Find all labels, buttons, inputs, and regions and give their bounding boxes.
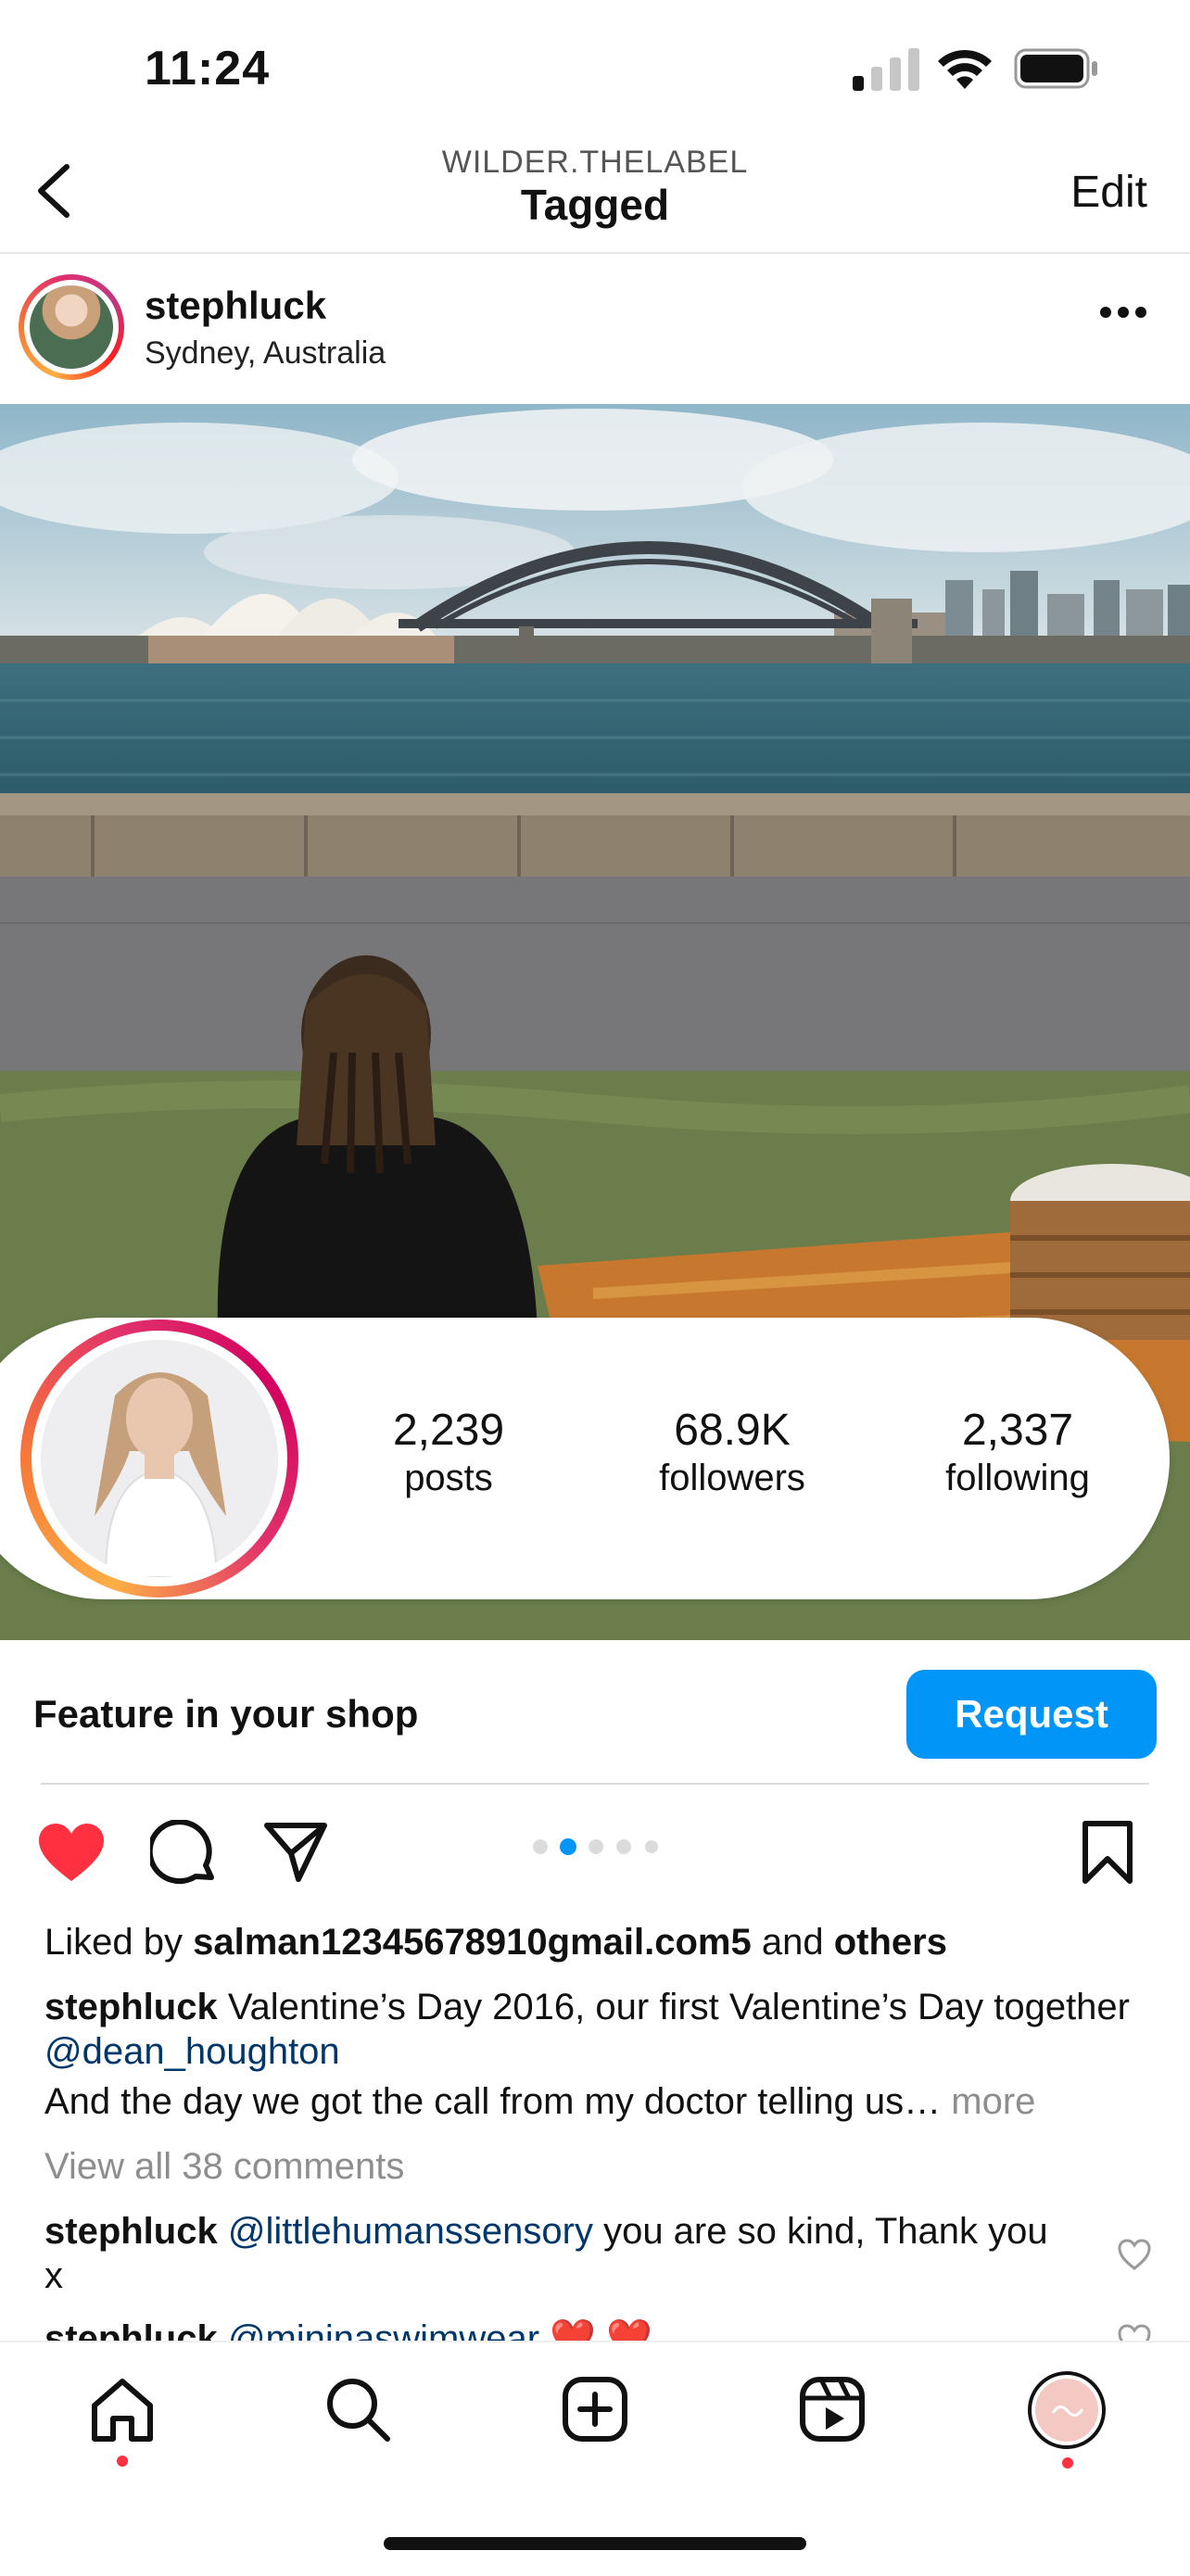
- status-time: 11:24: [145, 42, 271, 95]
- more-options-icon[interactable]: [1099, 306, 1147, 319]
- header-account-name: WILDER.THELABEL: [441, 145, 749, 180]
- wifi-icon: [938, 49, 992, 89]
- feature-divider: [41, 1783, 1149, 1785]
- comment-icon[interactable]: [150, 1820, 217, 1887]
- likes-user[interactable]: salman12345678910gmail.com5: [193, 1922, 752, 1963]
- battery-icon: [1014, 48, 1097, 89]
- share-send-icon[interactable]: [263, 1822, 328, 1883]
- stat-following-label: following: [945, 1458, 1090, 1498]
- cellular-signal-icon: [853, 48, 919, 91]
- profile-notification-dot: [1062, 2457, 1073, 2469]
- avatar[interactable]: [30, 285, 113, 369]
- new-post-icon[interactable]: [562, 2376, 628, 2443]
- header-divider: [0, 252, 1190, 254]
- likes-prefix: Liked by: [44, 1922, 194, 1963]
- home-notification-dot: [117, 2456, 128, 2467]
- stat-following[interactable]: 2,337 following: [879, 1405, 1157, 1499]
- stat-followers-label: followers: [659, 1458, 805, 1498]
- post-location[interactable]: Sydney, Australia: [145, 335, 386, 372]
- caption-more-link[interactable]: more: [941, 2081, 1035, 2122]
- comment-username[interactable]: stephluck: [44, 2211, 218, 2252]
- home-indicator: [384, 2537, 806, 2550]
- caption-line2: And the day we got the call from my doct…: [44, 2079, 1147, 2124]
- comment-item: stephluck @littlehumanssensory you are s…: [44, 2209, 1073, 2298]
- edit-button[interactable]: Edit: [1070, 167, 1147, 218]
- caption-username[interactable]: stephluck: [44, 1987, 218, 2027]
- search-icon[interactable]: [324, 2376, 391, 2443]
- request-button[interactable]: Request: [906, 1670, 1157, 1759]
- likes-middle: and: [751, 1922, 834, 1963]
- reels-icon[interactable]: [799, 2376, 866, 2443]
- carousel-indicator: [533, 1838, 658, 1855]
- caption: stephluck Valentine’s Day 2016, our firs…: [44, 1985, 1147, 2074]
- stat-followers-value: 68.9K: [674, 1406, 791, 1455]
- caption-line2-text: And the day we got the call from my doct…: [44, 2081, 942, 2122]
- stat-posts-value: 2,239: [392, 1406, 505, 1455]
- profile-avatar-icon[interactable]: [1027, 2370, 1107, 2450]
- bookmark-icon[interactable]: [1081, 1820, 1134, 1885]
- feature-shop-text: Feature in your shop: [33, 1692, 419, 1736]
- stat-posts-label: posts: [404, 1458, 493, 1498]
- profile-avatar[interactable]: [41, 1340, 278, 1577]
- post-username[interactable]: stephluck: [145, 284, 326, 328]
- stat-posts[interactable]: 2,239 posts: [310, 1405, 588, 1499]
- comment-like-heart-icon[interactable]: [1118, 2239, 1151, 2270]
- like-heart-icon[interactable]: [37, 1822, 106, 1883]
- home-icon[interactable]: [89, 2378, 156, 2443]
- likes-line[interactable]: Liked by salman12345678910gmail.com5 and…: [44, 1920, 1147, 1964]
- view-all-comments-link[interactable]: View all 38 comments: [44, 2144, 1147, 2189]
- likes-others[interactable]: others: [834, 1922, 947, 1963]
- comment-mention[interactable]: @littlehumanssensory: [228, 2211, 593, 2252]
- caption-mention[interactable]: @dean_houghton: [44, 2031, 340, 2072]
- stat-followers[interactable]: 68.9K followers: [593, 1405, 871, 1499]
- page-title: Tagged: [520, 181, 670, 229]
- stat-following-value: 2,337: [961, 1406, 1074, 1455]
- caption-text: Valentine’s Day 2016, our first Valentin…: [217, 1987, 1130, 2027]
